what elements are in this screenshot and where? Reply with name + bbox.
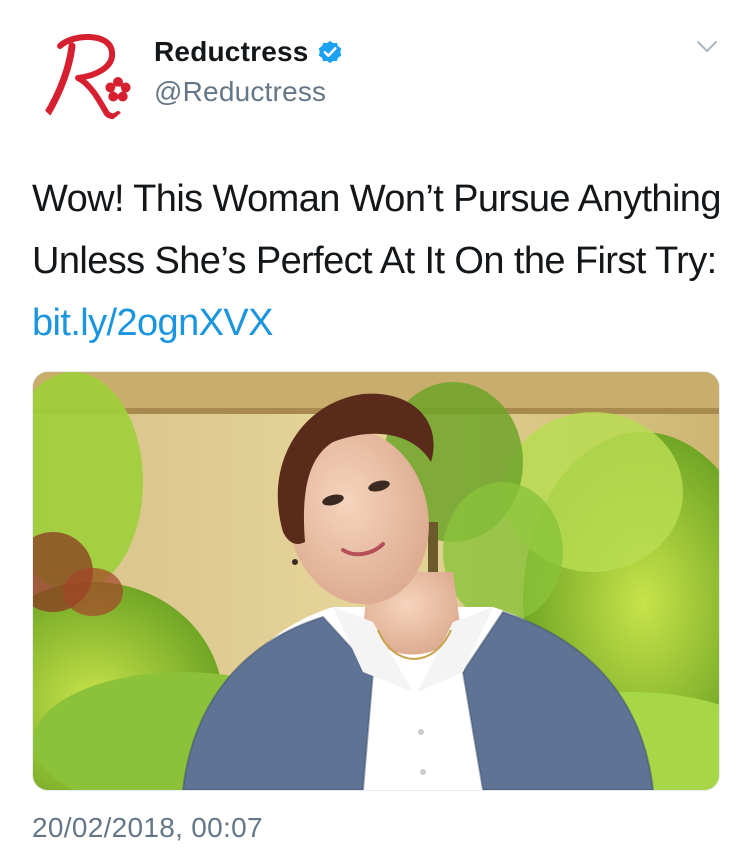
tweet-photo[interactable]	[32, 371, 720, 791]
verified-badge-icon	[316, 38, 344, 66]
name-row: Reductress	[154, 34, 344, 70]
reductress-logo-icon	[38, 33, 131, 120]
tweet-body: Wow! This Woman Won’t Pursue Anything Un…	[32, 178, 721, 282]
tweet-link[interactable]: bit.ly/2ognXVX	[32, 302, 273, 344]
photo-woman-in-garden	[33, 372, 719, 790]
user-handle[interactable]: @Reductress	[154, 76, 344, 108]
profile-avatar[interactable]	[32, 24, 136, 128]
user-info[interactable]: Reductress @Reductress	[154, 34, 344, 108]
tweet-card: Reductress @Reductress Wow! This Woman W…	[0, 0, 750, 864]
tweet-text: Wow! This Woman Won’t Pursue Anything Un…	[32, 168, 722, 354]
tweet-timestamp[interactable]: 20/02/2018, 00:07	[32, 812, 263, 844]
display-name[interactable]: Reductress	[154, 36, 309, 68]
chevron-down-icon[interactable]	[696, 40, 718, 54]
